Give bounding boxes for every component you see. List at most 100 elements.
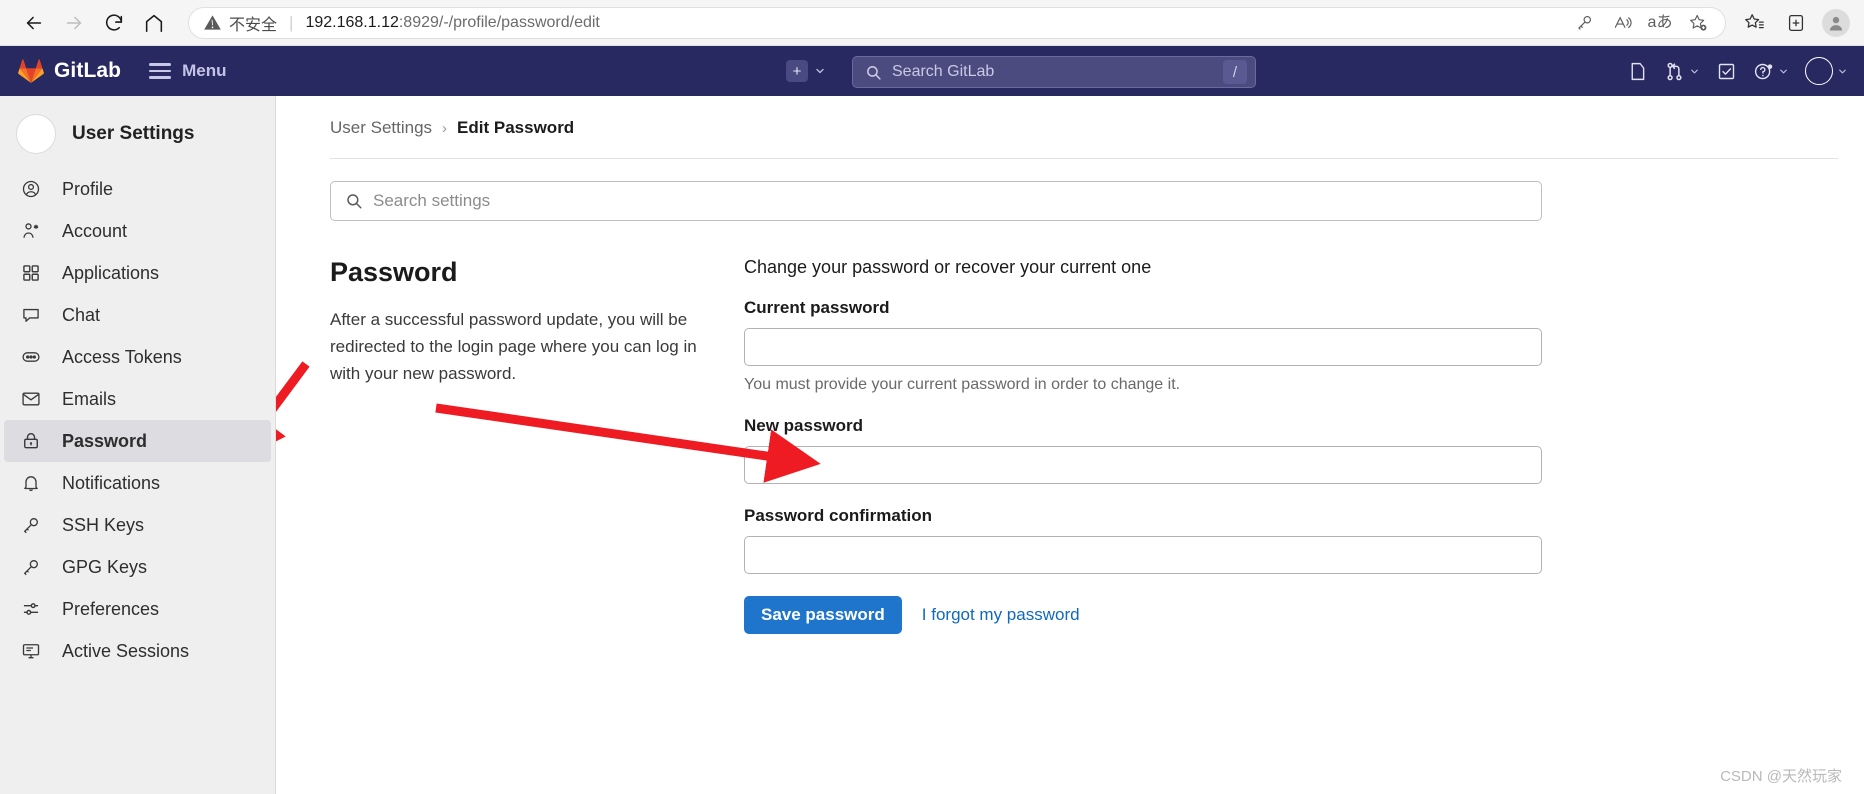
- user-avatar-icon: [1805, 57, 1833, 85]
- browser-profile-icon[interactable]: [1822, 8, 1850, 37]
- current-password-group: Current password You must provide your c…: [744, 298, 1542, 394]
- help-icon[interactable]: [1753, 61, 1789, 82]
- search-icon: [865, 64, 882, 81]
- search-icon: [345, 192, 363, 210]
- sidebar-item-profile[interactable]: Profile: [4, 168, 271, 210]
- browser-back-button[interactable]: [14, 5, 54, 41]
- key-icon: [20, 557, 42, 577]
- chevron-down-icon: [1837, 66, 1848, 77]
- sidebar-item-label: Chat: [62, 304, 101, 325]
- collections-icon[interactable]: [1778, 7, 1814, 39]
- sidebar-item-label: Emails: [62, 388, 117, 409]
- save-password-button[interactable]: Save password: [744, 596, 902, 634]
- chat-icon: [20, 305, 42, 325]
- favorites-list-icon[interactable]: [1736, 7, 1772, 39]
- address-divider: |: [289, 12, 294, 32]
- access-tokens-icon: [20, 347, 42, 367]
- sidebar-item-password[interactable]: Password: [4, 420, 271, 462]
- address-url: 192.168.1.12:8929/-/profile/password/edi…: [305, 13, 600, 31]
- sidebar-item-label: Preferences: [62, 598, 160, 619]
- sidebar-item-account[interactable]: Account: [4, 210, 271, 252]
- form-actions: Save password I forgot my password: [744, 596, 1542, 634]
- sidebar-item-gpg-keys[interactable]: GPG Keys: [4, 546, 271, 588]
- sidebar-header: User Settings: [0, 102, 275, 168]
- current-password-input[interactable]: [744, 328, 1542, 366]
- sidebar-item-applications[interactable]: Applications: [4, 252, 271, 294]
- preferences-icon: [20, 599, 42, 619]
- sidebar-item-label: Applications: [62, 262, 160, 283]
- key-icon: [20, 515, 42, 535]
- sidebar-item-label: Account: [62, 220, 128, 241]
- hamburger-icon: [149, 63, 172, 79]
- sidebar-item-chat[interactable]: Chat: [4, 294, 271, 336]
- chevron-down-icon: [1778, 66, 1789, 77]
- sidebar-item-label: Notifications: [62, 472, 161, 493]
- breadcrumb-divider: [330, 158, 1838, 159]
- global-search-placeholder: Search GitLab: [892, 63, 995, 80]
- plus-square-icon: +: [786, 60, 808, 82]
- sidebar-item-preferences[interactable]: Preferences: [4, 588, 271, 630]
- warning-triangle-icon: [203, 13, 222, 32]
- gitlab-brand[interactable]: GitLab: [18, 58, 121, 84]
- chevron-down-icon: [1689, 66, 1700, 77]
- gitlab-logo-icon: [18, 59, 44, 83]
- sidebar-item-active-sessions[interactable]: Active Sessions: [4, 630, 271, 672]
- sidebar-item-emails[interactable]: Emails: [4, 378, 271, 420]
- search-shortcut-badge: /: [1223, 60, 1247, 84]
- profile-icon: [20, 179, 42, 199]
- security-warning-text: 不安全: [229, 16, 278, 34]
- translate-icon[interactable]: aあ: [1643, 8, 1677, 38]
- sidebar-item-label: Active Sessions: [62, 640, 190, 661]
- new-password-label: New password: [744, 416, 864, 435]
- address-bar[interactable]: 不安全 | 192.168.1.12:8929/-/profile/passwo…: [188, 6, 1726, 39]
- sidebar-header-label: User Settings: [72, 123, 195, 144]
- browser-reload-button[interactable]: [94, 5, 134, 41]
- forgot-password-link[interactable]: I forgot my password: [922, 605, 1080, 625]
- gitlab-brand-label: GitLab: [54, 59, 122, 82]
- browser-forward-button[interactable]: [54, 5, 94, 41]
- sidebar-item-label: SSH Keys: [62, 514, 145, 535]
- watermark: CSDN @天然玩家: [1720, 768, 1842, 785]
- sidebar-item-label: GPG Keys: [62, 556, 148, 577]
- lock-icon: [20, 431, 42, 451]
- issues-icon[interactable]: [1627, 61, 1648, 82]
- section-description: After a successful password update, you …: [330, 310, 697, 384]
- form-intro-text: Change your password or recover your cur…: [744, 257, 1152, 277]
- breadcrumb-current: Edit Password: [457, 118, 575, 137]
- page-title: Password: [330, 257, 458, 287]
- browser-toolbar: 不安全 | 192.168.1.12:8929/-/profile/passwo…: [0, 0, 1864, 46]
- section-description-column: Password After a successful password upd…: [330, 257, 698, 634]
- search-settings-field[interactable]: Search settings: [330, 181, 1542, 221]
- password-form: Change your password or recover your cur…: [744, 257, 1542, 634]
- account-icon: [20, 221, 42, 241]
- search-settings-placeholder: Search settings: [373, 191, 491, 210]
- new-password-input[interactable]: [744, 446, 1542, 484]
- add-favorite-icon[interactable]: [1681, 8, 1715, 38]
- create-new-dropdown[interactable]: +: [786, 60, 826, 82]
- sidebar-item-ssh-keys[interactable]: SSH Keys: [4, 504, 271, 546]
- sidebar-item-access-tokens[interactable]: Access Tokens: [4, 336, 271, 378]
- main-menu-button[interactable]: Menu: [149, 61, 227, 81]
- breadcrumb-parent-link[interactable]: User Settings: [330, 118, 432, 138]
- gitlab-navbar: GitLab Menu + Search GitLab /: [0, 46, 1864, 96]
- main-menu-label: Menu: [182, 61, 227, 80]
- browser-home-button[interactable]: [134, 5, 174, 41]
- todos-icon[interactable]: [1716, 61, 1737, 82]
- current-password-label: Current password: [744, 298, 890, 317]
- password-confirmation-group: Password confirmation: [744, 506, 1542, 574]
- current-password-help: You must provide your current password i…: [744, 376, 1181, 393]
- avatar: [16, 114, 56, 154]
- password-confirmation-input[interactable]: [744, 536, 1542, 574]
- user-menu-button[interactable]: [1805, 57, 1848, 85]
- active-sessions-icon: [20, 641, 42, 661]
- new-password-group: New password: [744, 416, 1542, 484]
- bell-icon: [20, 473, 42, 493]
- merge-requests-icon[interactable]: [1664, 61, 1700, 82]
- main-content: User Settings › Edit Password Search set…: [276, 96, 1864, 794]
- sidebar-item-notifications[interactable]: Notifications: [4, 462, 271, 504]
- chevron-right-icon: ›: [442, 119, 448, 137]
- applications-icon: [20, 263, 42, 283]
- global-search-box[interactable]: Search GitLab /: [852, 56, 1256, 88]
- read-aloud-icon[interactable]: [1605, 8, 1639, 38]
- key-icon[interactable]: [1567, 8, 1601, 38]
